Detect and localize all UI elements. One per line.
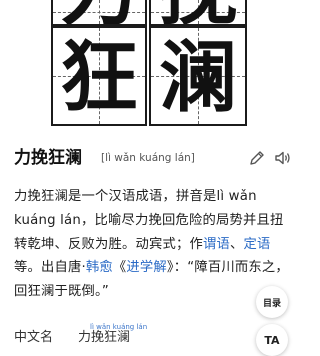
title-row: 力挽狂澜 [lì wǎn kuáng lán] (14, 146, 294, 172)
char-glyph: 澜 (158, 32, 237, 123)
pencil-icon[interactable] (246, 147, 268, 169)
char-glyph: 狂 (59, 32, 138, 123)
ta-label: TA (264, 333, 280, 347)
char-cell-4: 澜 (149, 26, 247, 126)
description-text: 等。出自唐· (14, 260, 86, 276)
character-grid: 力 挽 狂 澜 (51, 0, 247, 126)
title-pinyin: [lì wǎn kuáng lán] (101, 152, 195, 164)
description-text: 、 (229, 236, 244, 252)
info-label: 中文名 (14, 330, 54, 345)
info-value: 力挽狂澜 (78, 330, 131, 345)
page-title: 力挽狂澜 (14, 148, 82, 168)
char-cell-1: 力 (51, 0, 147, 26)
char-cell-2: 挽 (149, 0, 247, 26)
speaker-icon[interactable] (272, 147, 294, 169)
char-glyph: 挽 (151, 0, 245, 24)
link-han-yu[interactable]: 韩愈 (86, 260, 113, 275)
info-row: 中文名 lì wǎn kuáng lán 力挽狂澜 (14, 323, 244, 346)
link-predicate[interactable]: 谓语 (203, 237, 230, 252)
description: 力挽狂澜是一个汉语成语，拼音是lì wǎn kuáng lán，比喻尽力挽回危险… (14, 185, 296, 304)
char-cell-3: 狂 (51, 26, 147, 126)
description-text: 《 (112, 260, 127, 276)
toc-label: 目录 (262, 298, 281, 309)
ta-button[interactable]: TA (256, 324, 288, 356)
toc-button[interactable]: 目录 (256, 286, 288, 318)
char-glyph: 力 (53, 0, 145, 24)
link-jin-xue-jie[interactable]: 进学解 (126, 260, 167, 275)
link-attributive[interactable]: 定语 (243, 237, 270, 252)
